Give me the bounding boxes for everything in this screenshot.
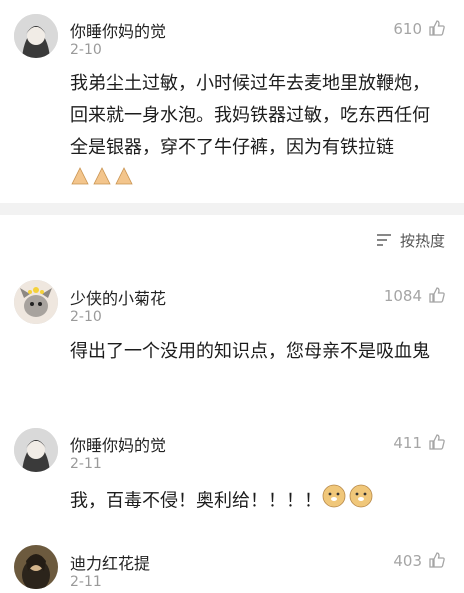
comment-date: 2-10: [70, 42, 102, 58]
like-count: 1084: [383, 287, 422, 305]
avatar[interactable]: [14, 14, 58, 58]
avatar[interactable]: [14, 545, 58, 589]
like-icon[interactable]: [428, 286, 446, 304]
like-icon[interactable]: [428, 19, 446, 37]
doge-face-icon: [322, 484, 374, 519]
comment-date: 2-11: [70, 574, 102, 590]
praying-hands-icon: [70, 164, 136, 197]
avatar[interactable]: [14, 428, 58, 472]
like-count: 403: [393, 552, 422, 570]
sort-button[interactable]: 按热度: [400, 230, 445, 251]
like-icon[interactable]: [428, 551, 446, 569]
comment-text-content: 我弟尘土过敏，小时候过年去麦地里放鞭炮，回来就一身水泡。我妈铁器过敏，吃东西任何…: [70, 73, 430, 158]
username[interactable]: 你睡你妈的觉: [70, 432, 166, 456]
comment-text: 得出了一个没用的知识点，您母亲不是吸血鬼: [70, 341, 430, 362]
section-divider: [0, 203, 464, 215]
username[interactable]: 迪力红花提: [70, 550, 150, 574]
sort-lines-icon[interactable]: [376, 232, 394, 252]
comment-text: 我，百毒不侵！奥利给！！！！: [70, 484, 442, 519]
comment-date: 2-10: [70, 309, 102, 325]
avatar[interactable]: [14, 280, 58, 324]
comment-text: 我弟尘土过敏，小时候过年去麦地里放鞭炮，回来就一身水泡。我妈铁器过敏，吃东西任何…: [70, 68, 442, 197]
comment-text-content: 我，百毒不侵！奥利给！！！！: [70, 490, 322, 512]
like-icon[interactable]: [428, 433, 446, 451]
like-count: 610: [393, 20, 422, 38]
username[interactable]: 少侠的小菊花: [70, 285, 166, 309]
username[interactable]: 你睡你妈的觉: [70, 18, 166, 42]
like-count: 411: [393, 434, 422, 452]
comment-date: 2-11: [70, 456, 102, 472]
